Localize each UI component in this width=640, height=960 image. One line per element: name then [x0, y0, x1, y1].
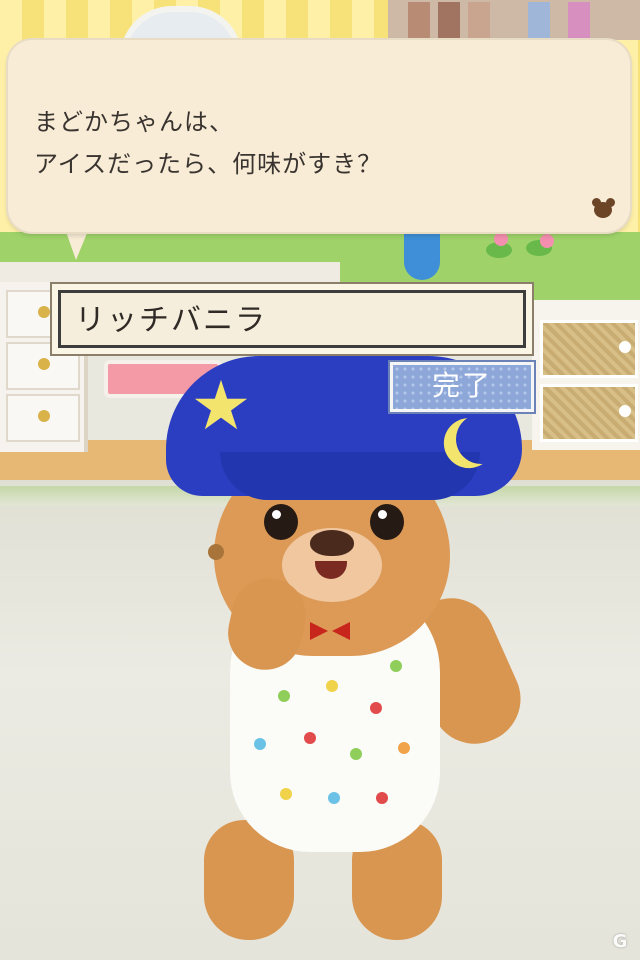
- book: [468, 2, 490, 38]
- bear-nose: [310, 530, 354, 556]
- drawer-knob: [38, 306, 50, 318]
- bear-right-eye: [370, 504, 404, 540]
- cabinet-knob: [619, 341, 631, 353]
- polka-dot: [370, 702, 382, 714]
- drawer: [6, 394, 80, 442]
- flower-pot: [486, 232, 566, 272]
- bow-wing: [310, 622, 328, 640]
- polka-dot: [280, 788, 292, 800]
- drawer-knob: [38, 410, 50, 422]
- flower: [540, 234, 554, 248]
- book: [408, 2, 430, 38]
- answer-input[interactable]: リッチバニラ: [58, 290, 526, 348]
- speech-bubble: まどかちゃんは、 アイスだったら、何味がすき？: [8, 40, 630, 232]
- book: [438, 2, 460, 38]
- polka-dot: [254, 738, 266, 750]
- teddy-bear-character[interactable]: ★: [160, 356, 540, 946]
- book: [568, 2, 590, 38]
- dialog-line-2: アイスだったら、何味がすき？: [34, 150, 383, 178]
- cabinet-knob: [619, 405, 631, 417]
- bear-left-eye: [264, 504, 298, 540]
- drawer-knob: [38, 358, 50, 370]
- done-button[interactable]: 完了: [390, 362, 534, 412]
- dialog-line-1: まどかちゃんは、: [34, 108, 234, 136]
- polka-dot: [326, 680, 338, 692]
- bear-icon-face: [594, 202, 612, 218]
- polka-dot: [350, 748, 362, 760]
- cabinet: [532, 300, 640, 450]
- nightcap-band: [220, 452, 480, 500]
- bow-wing: [332, 622, 350, 640]
- cabinet-panel: [540, 384, 638, 442]
- lamp: [404, 232, 440, 280]
- bookshelf: [388, 0, 640, 40]
- answer-input-frame: リッチバニラ: [50, 282, 534, 356]
- cabinet-panel: [540, 320, 638, 378]
- watermark-logo: G: [612, 931, 628, 952]
- polka-dot: [328, 792, 340, 804]
- bear-head-icon: [590, 196, 616, 218]
- game-scene: ★ まどかちゃんは、 アイスだったら、何味がすき？ リッチバニラ 完了 G: [0, 0, 640, 960]
- flower: [494, 232, 508, 246]
- book: [528, 2, 550, 38]
- polka-dot: [304, 732, 316, 744]
- bear-earring: [208, 544, 224, 560]
- polka-dot: [398, 742, 410, 754]
- polka-dot: [278, 690, 290, 702]
- star-icon: ★: [190, 367, 252, 446]
- red-bow-tie: [310, 622, 350, 640]
- polka-dot: [390, 660, 402, 672]
- polka-dot: [376, 792, 388, 804]
